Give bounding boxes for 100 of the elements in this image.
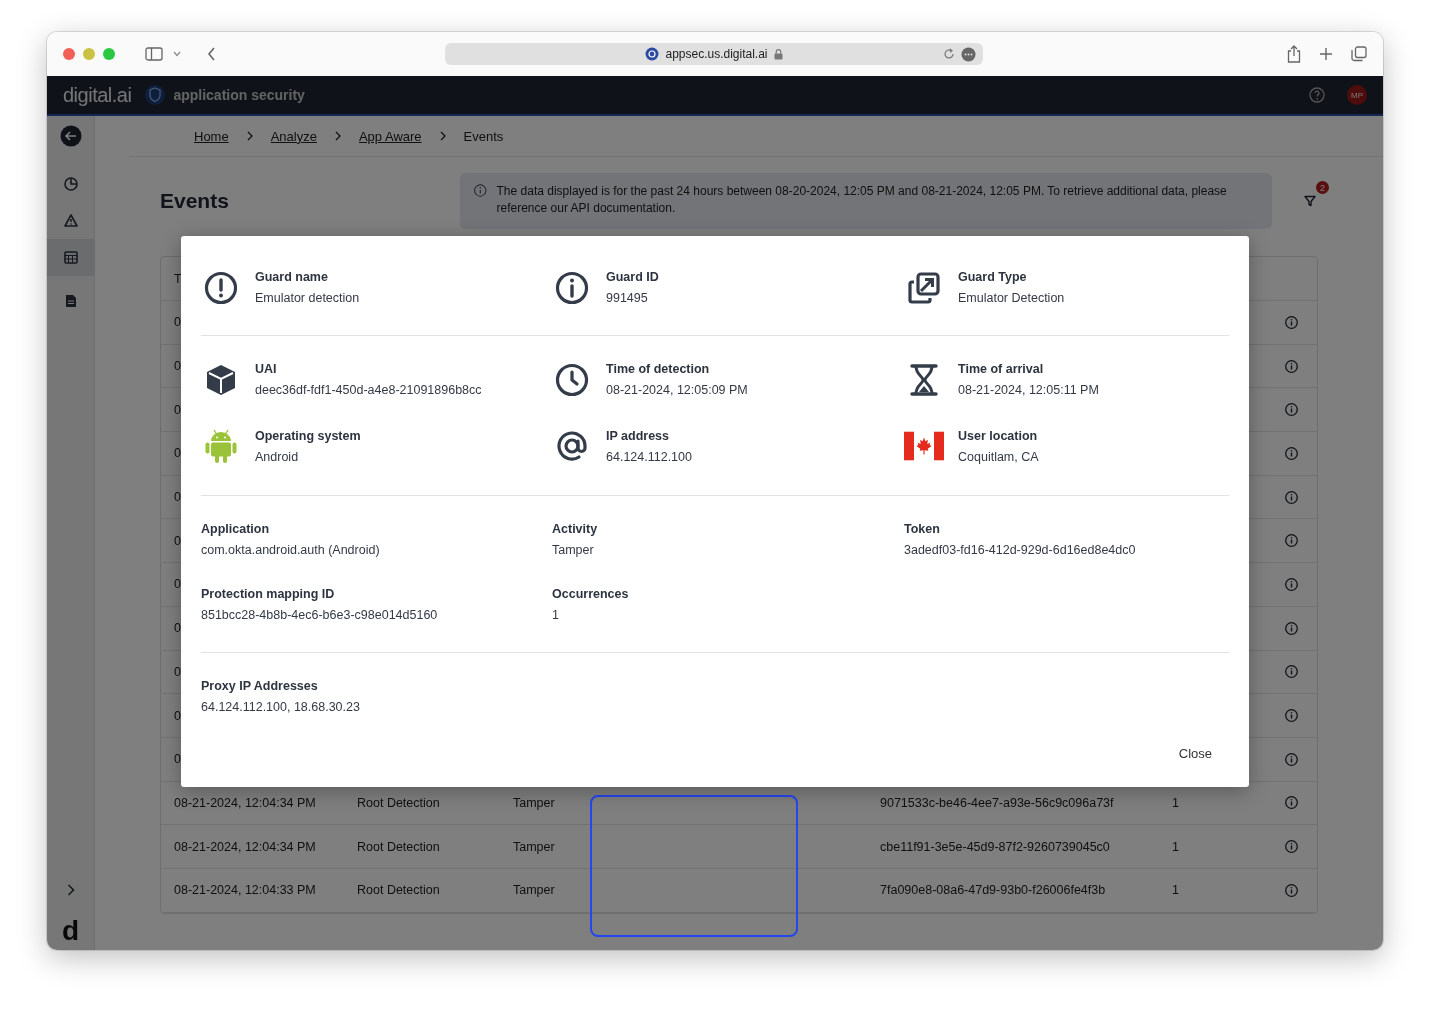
field-label: Proxy IP Addresses <box>201 679 319 693</box>
logo[interactable]: digital.ai <box>63 83 132 107</box>
lock-icon <box>773 48 783 60</box>
info-icon[interactable] <box>1285 403 1298 417</box>
table-cell: 9071533c-be46-4ee7-a93e-56c9c096a73f <box>880 795 1114 810</box>
table-cell: Tamper <box>513 839 555 854</box>
table-cell: 0 <box>174 315 181 330</box>
footer-logo: d <box>61 918 80 944</box>
info-icon[interactable] <box>1285 665 1298 679</box>
chevron-right-icon <box>439 131 446 141</box>
table-cell: Tamper <box>513 883 555 898</box>
field-value: Emulator Detection <box>958 291 1065 305</box>
table-cell: 0 <box>174 402 181 417</box>
field-label: Time of detection <box>606 362 711 376</box>
exclamation-icon <box>204 270 238 305</box>
info-icon[interactable] <box>1285 490 1298 504</box>
field-value: 64.124.112.100 <box>606 449 692 464</box>
close-button[interactable]: Close <box>1161 740 1229 767</box>
back-icon[interactable] <box>207 47 216 61</box>
field-label: Guard name <box>255 270 329 284</box>
shield-icon <box>145 84 166 106</box>
table-cell: 08-21-2024, 12:04:34 PM <box>174 839 316 854</box>
chevron-right-icon <box>334 131 341 141</box>
expand-chevron-icon[interactable] <box>66 884 75 896</box>
field-value: 1 <box>552 608 560 622</box>
info-icon <box>474 183 487 198</box>
breadcrumb-link[interactable]: Home <box>194 128 229 144</box>
sidebar-item[interactable] <box>47 239 94 276</box>
field-label: Guard Type <box>958 270 1028 284</box>
table-cell: 1 <box>1172 839 1179 854</box>
filter-count-badge: 2 <box>1316 181 1329 194</box>
table-cell: 0 <box>174 490 181 505</box>
field-label: Application <box>201 522 271 536</box>
info-icon[interactable] <box>1285 534 1298 548</box>
table-cell: 0 <box>174 664 181 679</box>
tabs-overview-icon[interactable] <box>1351 46 1367 62</box>
field-label: Guard ID <box>606 270 659 284</box>
close-window-button[interactable] <box>63 48 75 60</box>
field-value: com.okta.android.auth (Android) <box>201 543 381 557</box>
info-icon <box>555 270 589 305</box>
info-icon[interactable] <box>1285 621 1298 635</box>
field-label: Time of arrival <box>958 362 1045 376</box>
chevron-right-icon <box>246 131 253 141</box>
product-name: application security <box>173 87 305 103</box>
filter-icon[interactable] <box>1304 195 1316 207</box>
table-cell: 0 <box>174 752 181 767</box>
address-bar[interactable]: appsec.us.digital.ai <box>445 43 983 65</box>
reload-icon[interactable] <box>943 48 955 60</box>
field-value: 08-21-2024, 12:05:09 PM <box>606 383 748 397</box>
more-icon[interactable] <box>961 46 976 62</box>
field-value: Android <box>255 449 300 464</box>
info-icon[interactable] <box>1285 446 1298 460</box>
info-icon[interactable] <box>1285 709 1298 723</box>
help-icon[interactable] <box>1309 87 1325 103</box>
field-value: 991495 <box>606 291 649 305</box>
field-label: Operating system <box>255 428 361 443</box>
table-cell: 0 <box>174 708 181 723</box>
table-cell: cbe11f91-3e5e-45d9-87f2-9260739045c0 <box>880 839 1110 854</box>
field-value: deec36df-fdf1-450d-a4e8-21091896b8cc <box>255 383 482 397</box>
android-robot-icon <box>204 427 238 465</box>
table-cell: 1 <box>1172 795 1179 810</box>
at-sign-icon <box>555 429 589 463</box>
field-value: 08-21-2024, 12:05:11 PM <box>958 383 1099 397</box>
warning-icon <box>63 214 78 227</box>
table-cell: Root Detection <box>357 839 440 854</box>
user-avatar[interactable]: MP <box>1347 85 1367 105</box>
breadcrumb-link[interactable]: Analyze <box>270 128 317 144</box>
table-cell: 0 <box>174 621 181 636</box>
breadcrumb-current: Events <box>463 128 504 144</box>
table-cell: 1 <box>1172 883 1179 898</box>
field-label: IP address <box>606 428 670 443</box>
info-icon[interactable] <box>1285 796 1298 810</box>
column-header[interactable]: T <box>174 271 182 286</box>
table-cell: 0 <box>174 359 181 374</box>
chevron-down-icon[interactable] <box>173 51 181 57</box>
info-message: The data displayed is for the past 24 hours between 08-20-2024, 12:05 PM and 08-21-2024, 12:05 PM. To retrieve additional data, please reference our API documentation. <box>496 183 1228 217</box>
field-value: Coquitlam, CA <box>958 449 1039 464</box>
info-icon[interactable] <box>1285 359 1298 373</box>
share-icon[interactable] <box>1287 45 1301 63</box>
table-cell: Root Detection <box>357 883 440 898</box>
info-icon[interactable] <box>1285 315 1298 329</box>
table-cell: 08-21-2024, 12:04:34 PM <box>174 795 316 810</box>
field-label: UAI <box>255 362 278 376</box>
pie-chart-icon <box>63 176 78 191</box>
url-text: appsec.us.digital.ai <box>665 47 768 61</box>
table-cell: Tamper <box>513 795 555 810</box>
field-label: Activity <box>552 522 599 536</box>
sidebar-toggle-icon[interactable] <box>145 47 163 61</box>
table-cell: 08-21-2024, 12:04:33 PM <box>174 883 316 898</box>
field-value: Tamper <box>552 543 595 557</box>
info-icon[interactable] <box>1285 752 1298 766</box>
breadcrumb-link[interactable]: App Aware <box>358 128 422 144</box>
info-icon[interactable] <box>1285 577 1298 591</box>
field-value: 3adedf03-fd16-412d-929d-6d16ed8e4dc0 <box>904 543 1137 557</box>
table-cell: 0 <box>174 577 181 592</box>
field-label: Token <box>904 522 941 536</box>
info-icon[interactable] <box>1285 883 1298 897</box>
info-icon[interactable] <box>1285 840 1298 854</box>
table-cell: Root Detection <box>357 795 440 810</box>
new-tab-icon[interactable] <box>1319 47 1333 61</box>
